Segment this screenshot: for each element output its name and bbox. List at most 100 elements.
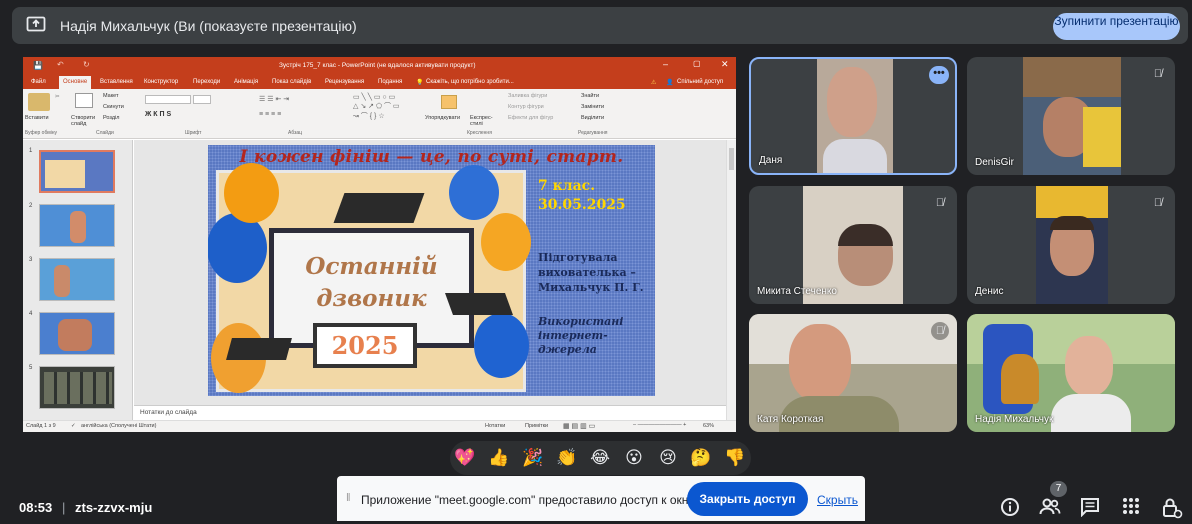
ppt-ribbon: Вставити ✂ Створити слайд Макет Скинути …: [23, 89, 736, 139]
slide-thumbnail-1[interactable]: [39, 150, 115, 193]
language-status[interactable]: англійська (Сполучені Штати): [81, 423, 156, 429]
reaction-sparkling-heart[interactable]: 💖: [454, 447, 476, 469]
zoom-level[interactable]: 63%: [703, 423, 714, 429]
reaction-party-popper[interactable]: 🎉: [522, 447, 544, 469]
hide-notice-link[interactable]: Скрыть: [817, 493, 858, 507]
more-options-icon[interactable]: •••: [929, 66, 949, 84]
zoom-slider[interactable]: – ———————— +: [633, 422, 686, 428]
host-controls-lock-icon[interactable]: [1160, 497, 1184, 519]
new-slide-icon[interactable]: [75, 93, 93, 108]
people-icon[interactable]: [1038, 497, 1062, 519]
paste-button[interactable]: Вставити: [25, 115, 49, 121]
stop-sharing-button[interactable]: Закрыть доступ: [687, 482, 808, 516]
notes-toggle[interactable]: Нотатки: [485, 423, 505, 429]
section-button[interactable]: Розділ: [103, 115, 119, 121]
menu-home[interactable]: Основне: [59, 76, 92, 89]
prep-line: вихователька –: [538, 266, 636, 279]
menu-review[interactable]: Рецензування: [325, 79, 364, 85]
bullets-icon[interactable]: ☰ ☰ ⇤ ⇥: [259, 95, 289, 103]
reaction-thinking[interactable]: 🤔: [690, 447, 712, 469]
participant-tile-nadiia[interactable]: Надія Михальчук: [967, 314, 1175, 432]
share-button[interactable]: Спільний доступ: [677, 79, 723, 85]
graduation-cap-icon: [226, 338, 292, 360]
participant-tile-mykyta[interactable]: 🎙̸ Микита Стеченко: [749, 186, 957, 304]
slide-thumbnail-5[interactable]: [39, 366, 115, 409]
presentation-title: Надія Михальчук (Ви (показуєте презентац…: [60, 18, 357, 34]
slide-sources: Використані інтернет-джерела: [538, 315, 655, 357]
info-icon[interactable]: [998, 497, 1022, 519]
paste-icon[interactable]: [28, 93, 50, 111]
group-label-clipboard: Буфер обміну: [25, 130, 58, 136]
menu-slideshow[interactable]: Показ слайдів: [272, 79, 311, 85]
slide-thumbnail-3[interactable]: [39, 258, 115, 301]
participant-tile-katya[interactable]: 🎙̸ Катя Короткая: [749, 314, 957, 432]
reset-button[interactable]: Скинути: [103, 104, 124, 110]
participant-tile-denys[interactable]: 🎙̸ Денис: [967, 186, 1175, 304]
group-label-paragraph: Абзац: [288, 130, 303, 136]
cut-icon[interactable]: ✂: [55, 94, 60, 100]
menu-view[interactable]: Подання: [378, 79, 402, 85]
chat-icon[interactable]: [1078, 497, 1102, 519]
slide-thumbnail-4[interactable]: [39, 312, 115, 355]
close-icon[interactable]: ✕: [721, 59, 729, 70]
prep-line: Михальчук П. Г.: [538, 281, 644, 294]
select-button[interactable]: Виділити: [581, 115, 604, 121]
menu-insert[interactable]: Вставлення: [100, 79, 133, 85]
replace-button[interactable]: Замінити: [581, 104, 604, 110]
quick-styles-button[interactable]: Експрес-стилі: [470, 115, 494, 127]
arrange-icon[interactable]: [441, 95, 457, 109]
participant-name: DenisGir: [975, 157, 1014, 168]
vertical-scrollbar[interactable]: [726, 140, 736, 420]
font-size-field[interactable]: [193, 95, 211, 104]
reaction-thumbs-down[interactable]: 👎: [724, 447, 746, 469]
reaction-surprised[interactable]: 😮: [623, 447, 645, 469]
arrange-button[interactable]: Упорядкувати: [425, 115, 460, 121]
graduation-cap-icon: [444, 293, 514, 315]
slide-thumbnail-2[interactable]: [39, 204, 115, 247]
drag-handle-icon[interactable]: ‖: [346, 492, 351, 504]
balloon-blue: [449, 165, 499, 220]
present-screen-icon: [26, 14, 46, 36]
shape-outline-button[interactable]: Контур фігури: [508, 104, 544, 110]
slide-canvas: І кожен фініш — це, по суті, старт. Оста…: [208, 145, 655, 396]
font-name-field[interactable]: [145, 95, 191, 104]
menu-transitions[interactable]: Переходи: [193, 79, 220, 85]
user-icon: 👤: [666, 80, 674, 86]
shapes-gallery[interactable]: ▭ ╲ ╲ ▭ ○ ▭ △ ↘ ↗ ⬠ ⌒ ▭ ↝ ⌒ { } ☆: [353, 93, 400, 121]
undo-icon[interactable]: ↶: [57, 60, 64, 69]
menu-file[interactable]: Файл: [31, 79, 46, 85]
save-icon[interactable]: 💾: [33, 61, 43, 70]
spellcheck-icon[interactable]: ✓: [71, 423, 76, 429]
slide-title-line2: дзвоник: [316, 285, 427, 312]
slide-counter: Слайд 1 з 9: [26, 423, 56, 429]
reaction-thumbs-up[interactable]: 👍: [488, 447, 510, 469]
new-slide-button[interactable]: Створити слайд: [71, 115, 101, 127]
src-line: інтернет-джерела: [538, 329, 608, 356]
tell-me-input[interactable]: Скажіть, що потрібно зробити...: [426, 79, 514, 85]
participant-tile-danya[interactable]: ••• Даня: [749, 57, 957, 175]
maximize-icon[interactable]: ▢: [693, 59, 701, 68]
reaction-laughing[interactable]: 😂: [589, 447, 611, 469]
divider: |: [62, 500, 66, 515]
reaction-clapping[interactable]: 👏: [556, 447, 578, 469]
comments-toggle[interactable]: Примітки: [525, 423, 548, 429]
ppt-status-bar: Слайд 1 з 9 ✓ англійська (Сполучені Штат…: [23, 420, 736, 432]
align-icon[interactable]: ≡ ≡ ≡ ≡: [259, 111, 281, 118]
minimize-icon[interactable]: –: [663, 59, 668, 69]
participant-tile-denisgir[interactable]: 🎙̸ DenisGir: [967, 57, 1175, 175]
redo-icon[interactable]: ↻: [83, 60, 90, 69]
find-button[interactable]: Знайти: [581, 93, 599, 99]
participant-name: Микита Стеченко: [757, 286, 837, 297]
menu-animation[interactable]: Анімація: [234, 79, 258, 85]
reaction-crying[interactable]: 😢: [657, 447, 679, 469]
stop-presenting-button[interactable]: Зупинити презентацію: [1053, 13, 1180, 40]
menu-design[interactable]: Конструктор: [144, 79, 178, 85]
bold-icon[interactable]: Ж К П S: [145, 111, 171, 118]
shape-effects-button[interactable]: Ефекти для фігур: [508, 115, 553, 121]
activities-grid-icon[interactable]: [1119, 497, 1143, 519]
thumb-number: 5: [29, 365, 33, 371]
layout-button[interactable]: Макет: [103, 93, 119, 99]
shape-fill-button[interactable]: Заливка фігури: [508, 93, 547, 99]
view-buttons[interactable]: ▦ ▤ ▥ ▭: [563, 422, 595, 430]
notes-pane[interactable]: Нотатки до слайда: [134, 405, 726, 420]
